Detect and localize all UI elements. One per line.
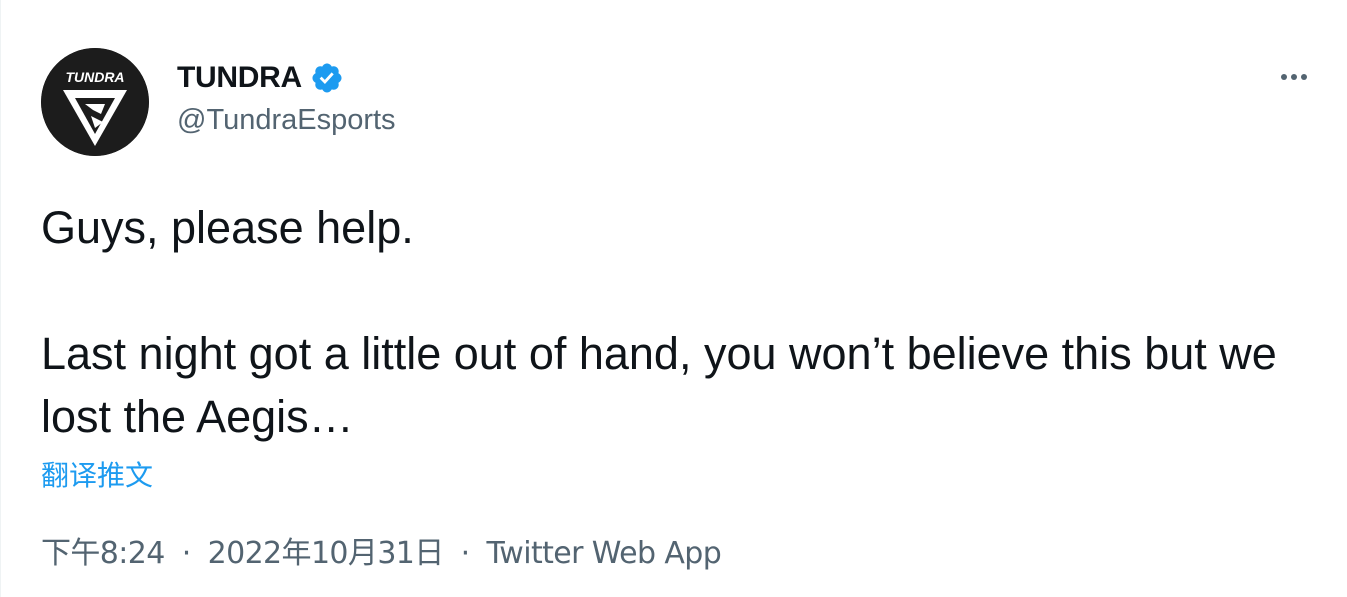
author-name-row: TUNDRA [177,58,344,98]
tweet-date[interactable]: 2022年10月31日 [208,536,445,571]
translate-tweet-link[interactable]: 翻译推文 [41,454,153,494]
meta-separator: · [460,536,471,571]
tweet-card: TUNDRA TUNDRA @TundraEsports Guys, pleas… [0,0,1347,597]
meta-separator: · [181,536,192,571]
tweet-text-line: Last night got a little out of hand, you… [41,328,1277,442]
tweet-meta: 下午8:24 · 2022年10月31日 · Twitter Web App [41,528,722,572]
tweet-source[interactable]: Twitter Web App [487,536,722,571]
display-name[interactable]: TUNDRA [177,61,302,95]
tweet-text: Guys, please help. Last night got a litt… [41,196,1301,448]
more-options-icon [1301,74,1307,80]
tundra-logo-icon: TUNDRA [41,48,149,156]
more-options-icon [1291,74,1297,80]
more-options-icon [1281,74,1287,80]
verified-badge-icon [310,61,344,95]
tweet-text-line: Guys, please help. [41,202,414,253]
author-handle[interactable]: @TundraEsports [177,104,396,137]
avatar[interactable]: TUNDRA [41,48,149,156]
tweet-time[interactable]: 下午8:24 [41,536,165,571]
more-options-button[interactable] [1273,60,1315,94]
avatar-logo-text: TUNDRA [65,69,124,85]
